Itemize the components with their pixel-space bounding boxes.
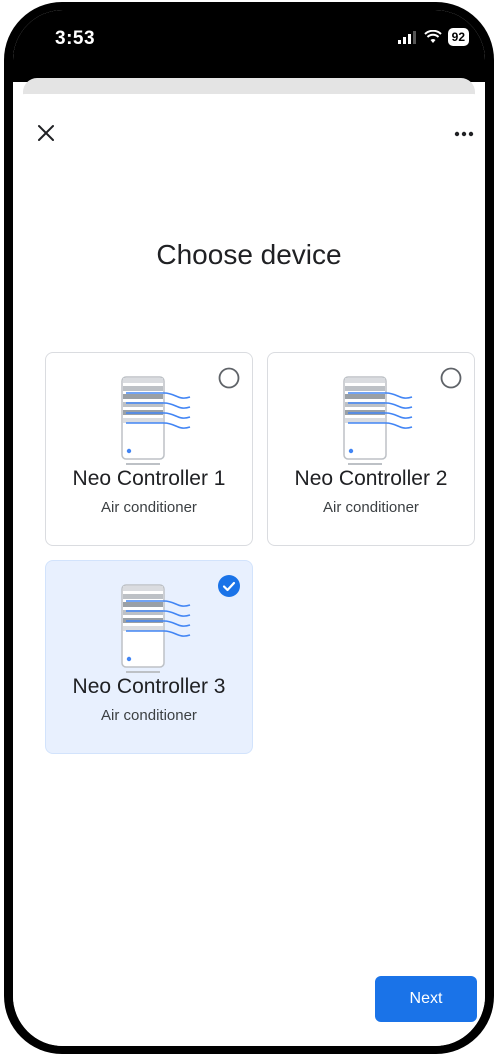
air-conditioner-icon [121,376,191,465]
page-title: Choose device [156,239,342,270]
close-button[interactable] [31,118,61,148]
phone-frame: 3:53 92 Choose device Neo Controller 1 A… [4,2,494,1054]
device-name: Neo Controller 2 [294,467,448,490]
more-options-button[interactable] [447,120,481,148]
next-button[interactable]: Next [375,976,477,1022]
signal-icon [397,31,416,44]
air-conditioner-icon [343,376,413,465]
air-conditioner-icon [121,584,191,673]
device-card-3[interactable]: Neo Controller 3 Air conditioner [45,560,253,754]
radio-unselected-icon[interactable] [440,367,462,389]
phone-screen: 3:53 92 Choose device Neo Controller 1 A… [13,10,485,1046]
checkmark-selected-icon[interactable] [218,575,240,597]
close-icon [38,125,54,141]
choose-device-sheet: Choose device Neo Controller 1 Air condi… [13,94,485,1046]
device-name: Neo Controller 1 [72,467,226,490]
status-bar: 3:53 92 [13,10,485,82]
device-name: Neo Controller 3 [72,675,226,698]
device-type: Air conditioner [101,707,197,724]
status-icons: 92 [397,28,469,46]
device-card-2[interactable]: Neo Controller 2 Air conditioner [267,352,475,546]
battery-indicator: 92 [447,28,469,46]
more-horizontal-icon [454,131,474,137]
device-type: Air conditioner [101,499,197,516]
status-time: 3:53 [55,28,96,49]
wifi-icon [423,30,442,43]
radio-unselected-icon[interactable] [218,367,240,389]
device-card-1[interactable]: Neo Controller 1 Air conditioner [45,352,253,546]
device-type: Air conditioner [323,499,419,516]
